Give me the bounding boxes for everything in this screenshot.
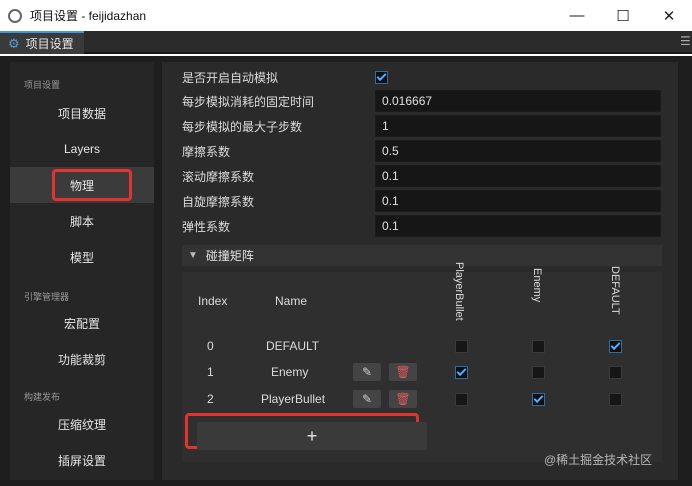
row-name: PlayerBullet: [261, 392, 326, 406]
collision-checkbox-default-playerbullet[interactable]: [455, 340, 468, 353]
sidebar-item-project-data[interactable]: 项目数据: [10, 95, 154, 131]
sidebar-item-label: 模型: [69, 250, 94, 265]
row-index: 1: [207, 365, 214, 379]
tab-label: 项目设置: [25, 37, 74, 51]
tab-menu-icon[interactable]: ☰: [680, 34, 691, 48]
collision-checkbox-enemy-playerbullet[interactable]: [455, 366, 468, 379]
sidebar-item-compress-texture[interactable]: 压缩纹理: [10, 406, 154, 442]
collision-checkbox-enemy-default[interactable]: [609, 366, 622, 379]
max-substeps-input[interactable]: 1: [375, 115, 661, 137]
delete-layer-button[interactable]: 🗑: [389, 363, 417, 381]
edit-icon: ✎: [361, 392, 373, 406]
column-header-index: Index: [198, 294, 228, 308]
physics-settings-panel: 是否开启自动模拟 每步模拟消耗的固定时间 0.016667 每步模拟的最大子步数…: [162, 62, 678, 480]
highlight-box: [52, 169, 132, 201]
sidebar-item-feature-crop[interactable]: 功能裁剪: [10, 341, 154, 377]
column-header-default: DEFAULT: [609, 266, 621, 315]
setting-row-max-substeps: 每步模拟的最大子步数 1: [182, 115, 662, 137]
column-header-enemy: Enemy: [531, 268, 543, 303]
sidebar-item-label: 脚本: [69, 214, 94, 229]
trash-icon: 🗑: [395, 392, 411, 406]
tab-strip: ⚙ 项目设置 ☰: [0, 31, 692, 54]
edit-layer-button[interactable]: ✎: [353, 363, 381, 381]
settings-sidebar: 项目设置 项目数据 Layers 物理 脚本 模型 引擎管理器 宏配置 功能裁剪…: [10, 62, 154, 480]
edit-icon: ✎: [361, 365, 373, 379]
row-name: DEFAULT: [266, 339, 320, 353]
restitution-label: 弹性系数: [182, 219, 231, 234]
fixed-time-input[interactable]: 0.016667: [375, 90, 661, 112]
sidebar-item-label: Layers: [63, 142, 101, 156]
row-name: Enemy: [271, 365, 309, 379]
chevron-down-icon: ▼: [188, 250, 198, 261]
spinning-friction-label: 自旋摩擦系数: [182, 194, 255, 209]
app-icon: [8, 8, 22, 23]
collision-checkbox-playerbullet-enemy[interactable]: [532, 393, 545, 406]
delete-layer-button[interactable]: 🗑: [389, 390, 417, 408]
setting-row-auto-simulate: 是否开启自动模拟: [182, 66, 662, 88]
trash-icon: 🗑: [395, 365, 411, 379]
restitution-input[interactable]: 0.1: [375, 215, 661, 237]
sidebar-item-label: 功能裁剪: [57, 352, 106, 367]
sidebar-section-project: 项目设置: [24, 80, 61, 90]
setting-row-rolling-friction: 滚动摩擦系数 0.1: [182, 165, 662, 187]
sidebar-section-engine: 引擎管理器: [24, 292, 70, 302]
setting-row-spinning-friction: 自旋摩擦系数 0.1: [182, 190, 662, 212]
row-index: 2: [207, 392, 214, 406]
friction-label: 摩擦系数: [182, 144, 231, 159]
column-header-name: Name: [275, 294, 308, 308]
close-button[interactable]: ✕: [646, 0, 692, 31]
sidebar-item-script[interactable]: 脚本: [10, 203, 154, 239]
sidebar-section-build: 构建发布: [24, 392, 61, 402]
max-substeps-label: 每步模拟的最大子步数: [182, 119, 303, 134]
sidebar-item-splash[interactable]: 插屏设置: [10, 442, 154, 478]
auto-simulate-checkbox[interactable]: [375, 70, 388, 84]
collision-checkbox-default-enemy[interactable]: [532, 340, 545, 353]
edit-layer-button[interactable]: ✎: [353, 390, 381, 408]
sidebar-item-label: 插屏设置: [57, 453, 106, 468]
gear-icon: ⚙: [8, 35, 20, 51]
tab-project-settings[interactable]: ⚙ 项目设置: [0, 31, 84, 54]
sidebar-item-label: 压缩纹理: [57, 417, 106, 432]
sidebar-item-layers[interactable]: Layers: [10, 131, 154, 167]
collision-matrix: Index Name PlayerBullet Enemy DEFAULT 0 …: [182, 262, 662, 462]
spinning-friction-input[interactable]: 0.1: [375, 190, 661, 212]
sidebar-item-macro[interactable]: 宏配置: [10, 305, 154, 341]
watermark: @稀土掘金技术社区: [544, 453, 653, 467]
sidebar-item-model[interactable]: 模型: [10, 239, 154, 275]
setting-row-restitution: 弹性系数 0.1: [182, 215, 662, 237]
setting-row-fixed-time: 每步模拟消耗的固定时间 0.016667: [182, 90, 662, 112]
sidebar-item-label: 宏配置: [63, 316, 100, 331]
collision-checkbox-enemy-enemy[interactable]: [532, 366, 545, 379]
setting-row-friction: 摩擦系数 0.5: [182, 140, 662, 162]
collision-checkbox-playerbullet-default[interactable]: [609, 393, 622, 406]
window-titlebar: 项目设置 - feijidazhan — ☐ ✕: [0, 0, 692, 31]
collision-matrix-title: 碰撞矩阵: [205, 249, 254, 263]
minimize-button[interactable]: —: [554, 0, 600, 31]
main-area: 项目设置 项目数据 Layers 物理 脚本 模型 引擎管理器 宏配置 功能裁剪…: [0, 56, 692, 486]
auto-simulate-label: 是否开启自动模拟: [182, 70, 279, 85]
rolling-friction-label: 滚动摩擦系数: [182, 169, 255, 184]
friction-input[interactable]: 0.5: [375, 140, 661, 162]
sidebar-item-label: 项目数据: [57, 106, 106, 121]
column-header-playerbullet: PlayerBullet: [453, 262, 465, 321]
sidebar-item-physics[interactable]: 物理: [10, 167, 154, 203]
window-title: 项目设置 - feijidazhan: [30, 9, 147, 23]
maximize-button[interactable]: ☐: [600, 0, 646, 31]
row-index: 0: [207, 339, 214, 353]
collision-matrix-header[interactable]: ▼ 碰撞矩阵: [182, 245, 662, 266]
rolling-friction-input[interactable]: 0.1: [375, 165, 661, 187]
add-layer-button[interactable]: +: [197, 422, 427, 450]
collision-checkbox-playerbullet-playerbullet[interactable]: [455, 393, 468, 406]
fixed-time-label: 每步模拟消耗的固定时间: [182, 94, 315, 109]
collision-checkbox-default-default[interactable]: [609, 340, 622, 353]
